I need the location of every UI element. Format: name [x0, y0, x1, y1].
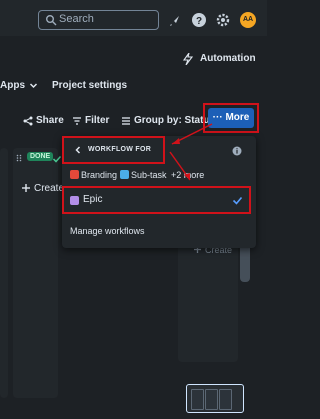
share-icon	[23, 116, 33, 126]
workflow-header-highlight[interactable]: WORKFLOW FOR	[62, 136, 165, 164]
issue-type-label: Sub-task	[131, 170, 167, 180]
nav-apps-label: Apps	[0, 80, 25, 91]
svg-text:?: ?	[196, 16, 202, 27]
top-navigation: Search ? AA	[0, 0, 267, 36]
minimap-column	[219, 389, 232, 410]
manage-workflows-link[interactable]: Manage workflows	[70, 226, 145, 236]
filter-label: Filter	[85, 115, 110, 126]
minimap-column	[191, 389, 204, 410]
share-label: Share	[36, 115, 64, 126]
info-icon[interactable]	[232, 146, 242, 156]
avatar[interactable]: AA	[240, 12, 256, 28]
help-icon[interactable]: ?	[191, 12, 207, 28]
subtask-icon	[120, 170, 129, 179]
group-by-icon	[122, 117, 130, 125]
drag-handle-icon[interactable]	[16, 154, 22, 162]
epic-option[interactable]: Epic	[62, 186, 251, 214]
plus-icon	[22, 184, 30, 192]
rocket-icon[interactable]	[167, 12, 183, 28]
annotation-arrow	[169, 151, 191, 181]
filter-icon	[73, 117, 81, 125]
checkmark-icon	[52, 155, 62, 163]
epic-label: Epic	[83, 194, 103, 205]
automation-label: Automation	[200, 53, 256, 64]
lightning-icon	[182, 53, 194, 65]
search-placeholder: Search	[59, 13, 94, 25]
chevron-down-icon	[29, 83, 38, 89]
board-minimap[interactable]	[186, 384, 244, 413]
nav-project-settings[interactable]: Project settings	[52, 80, 127, 91]
checkmark-icon	[232, 196, 243, 205]
chevron-left-icon[interactable]	[74, 146, 82, 154]
search-input[interactable]: Search	[38, 10, 159, 30]
search-icon	[46, 15, 57, 26]
settings-icon[interactable]	[215, 12, 231, 28]
branding-icon	[70, 170, 79, 179]
epic-icon	[70, 196, 79, 205]
nav-apps[interactable]: Apps	[0, 80, 38, 91]
issue-type-label: Branding	[81, 170, 118, 180]
board-column	[0, 148, 8, 398]
workflow-header-label: WORKFLOW FOR	[88, 146, 152, 153]
create-label: Create	[34, 183, 65, 194]
status-badge: DONE	[27, 152, 54, 161]
minimap-column	[205, 389, 218, 410]
